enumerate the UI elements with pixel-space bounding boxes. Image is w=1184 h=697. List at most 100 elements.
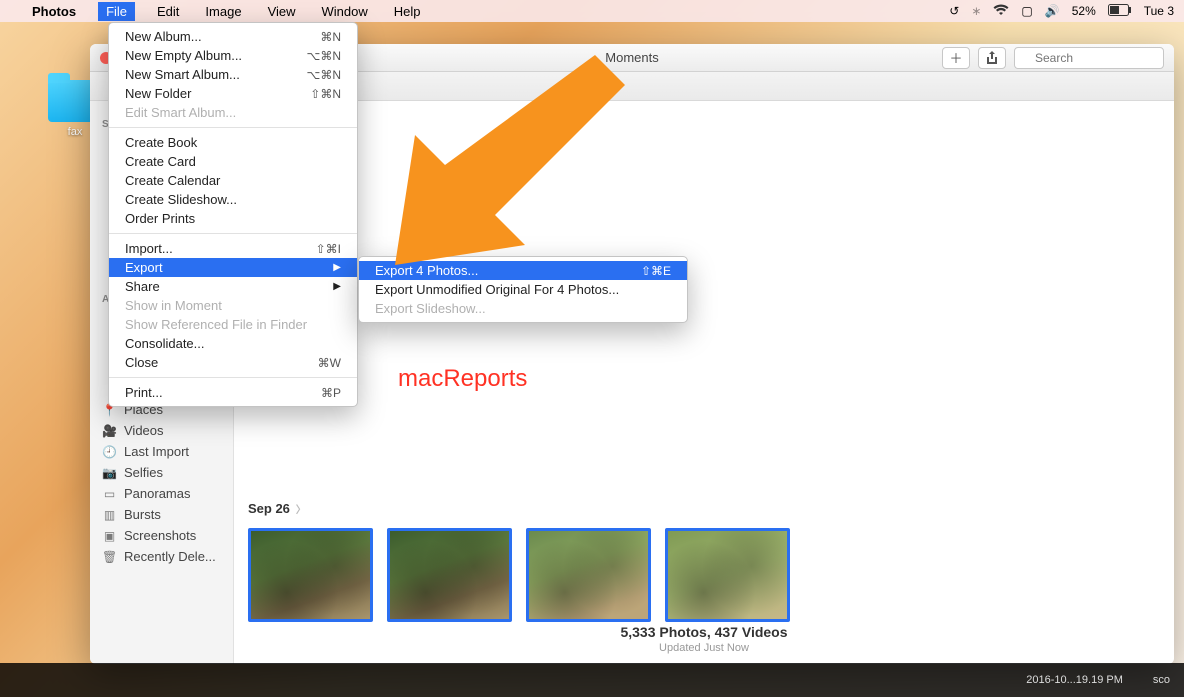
menu-item-show-in-moment: Show in Moment [109,296,357,315]
burst-icon: ▥ [102,508,117,522]
menu-item-close[interactable]: Close ⌘W [109,353,357,372]
menu-item-label: Order Prints [125,211,195,226]
watermark-text: macReports [398,365,527,393]
sidebar-item-label: Panoramas [124,486,190,501]
shortcut: ⇧⌘N [310,87,341,101]
shortcut: ⌘P [321,386,341,400]
menu-item-label: Show in Moment [125,298,222,313]
menu-window[interactable]: Window [318,2,372,21]
dock-file-label: sco [1153,674,1170,686]
window-title: Moments [605,50,658,65]
menu-view[interactable]: View [264,2,300,21]
menu-item-create-card[interactable]: Create Card [109,152,357,171]
file-menu: New Album... ⌘N New Empty Album... ⌥⌘N New… [108,22,358,407]
shortcut: ⌘N [320,30,341,44]
menu-item-label: New Album... [125,29,202,44]
menu-item-new-smart-album[interactable]: New Smart Album... ⌥⌘N [109,65,357,84]
sidebar-item-label: Last Import [124,444,189,459]
library-updated: Updated Just Now [234,642,1174,654]
library-count: 5,333 Photos, 437 Videos [234,624,1174,640]
clock[interactable]: Tue 3 [1144,4,1174,18]
menu-file[interactable]: File [98,2,135,21]
menu-item-label: Print... [125,385,163,400]
menu-item-create-slideshow[interactable]: Create Slideshow... [109,190,357,209]
menu-item-create-book[interactable]: Create Book [109,133,357,152]
shortcut: ⇧⌘I [316,242,341,256]
menu-item-export-photos[interactable]: Export 4 Photos...⇧⌘E [359,261,687,280]
menu-item-label: New Empty Album... [125,48,242,63]
menu-item-consolidate[interactable]: Consolidate... [109,334,357,353]
main-content: Sep 26 〉 5,333 Photos, 437 Videos Update… [234,101,1174,664]
menu-item-new-album[interactable]: New Album... ⌘N [109,27,357,46]
menu-item-label: Create Calendar [125,173,220,188]
sidebar-item-panoramas[interactable]: ▭Panoramas [90,483,233,504]
sidebar-item-label: Recently Dele... [124,549,216,564]
menu-item-edit-smart-album: Edit Smart Album... [109,103,357,122]
menu-item-label: Export [125,260,163,275]
volume-icon[interactable]: 🔊 [1045,4,1060,18]
airplay-icon[interactable]: ▢ [1021,4,1032,18]
menu-item-print[interactable]: Print... ⌘P [109,383,357,402]
sidebar-item-label: Screenshots [124,528,196,543]
sidebar-item-label: Selfies [124,465,163,480]
export-submenu: Export 4 Photos...⇧⌘E Export Unmodified … [358,256,688,323]
menu-item-label: New Smart Album... [125,67,240,82]
add-button[interactable]: ＋ [942,47,970,69]
menu-separator [109,127,357,128]
menu-item-new-empty-album[interactable]: New Empty Album... ⌥⌘N [109,46,357,65]
menu-item-export-unmodified[interactable]: Export Unmodified Original For 4 Photos.… [359,280,687,299]
shortcut: ⌘W [318,356,341,370]
menubar: Photos File Edit Image View Window Help … [0,0,1184,22]
menu-item-show-referenced: Show Referenced File in Finder [109,315,357,334]
wifi-icon[interactable] [993,4,1009,19]
photo-thumb[interactable] [248,528,373,622]
sidebar-item-last-import[interactable]: 🕘Last Import [90,441,233,462]
menu-item-label: Export Unmodified Original For 4 Photos.… [375,282,619,297]
shortcut: ⌥⌘N [307,49,342,63]
menu-item-label: Edit Smart Album... [125,105,236,120]
menu-item-label: Import... [125,241,173,256]
menu-item-order-prints[interactable]: Order Prints [109,209,357,228]
share-button[interactable] [978,47,1006,69]
battery-icon[interactable] [1108,4,1132,19]
menu-item-label: Create Card [125,154,196,169]
app-name[interactable]: Photos [28,2,80,21]
date-header[interactable]: Sep 26 〉 [234,481,1174,528]
sidebar-item-recently-deleted[interactable]: 🗑Recently Dele... [90,546,233,567]
menu-separator [109,233,357,234]
sidebar-item-bursts[interactable]: ▥Bursts [90,504,233,525]
menu-item-new-folder[interactable]: New Folder ⇧⌘N [109,84,357,103]
shortcut: ⌥⌘N [307,68,342,82]
shortcut: ⇧⌘E [641,264,671,278]
menu-item-import[interactable]: Import... ⇧⌘I [109,239,357,258]
video-icon: 🎥 [102,424,117,438]
bluetooth-icon[interactable]: ∗ [971,4,981,18]
battery-percent: 52% [1072,4,1096,18]
menu-item-share[interactable]: Share ▶ [109,277,357,296]
sidebar-item-selfies[interactable]: 📷Selfies [90,462,233,483]
submenu-arrow-icon: ▶ [333,262,341,273]
time-machine-icon[interactable]: ↺ [949,4,959,18]
photo-thumb[interactable] [665,528,790,622]
menu-item-create-calendar[interactable]: Create Calendar [109,171,357,190]
search-input[interactable] [1014,47,1164,69]
menu-edit[interactable]: Edit [153,2,183,21]
sidebar-item-screenshots[interactable]: ▣ Screenshots [90,525,233,546]
menu-help[interactable]: Help [390,2,425,21]
date-label: Sep 26 [248,501,290,516]
menu-item-label: Share [125,279,160,294]
library-footer: 5,333 Photos, 437 Videos Updated Just No… [234,624,1174,654]
sidebar-item-label: Videos [124,423,164,438]
photo-thumb[interactable] [526,528,651,622]
menu-item-label: Create Book [125,135,197,150]
submenu-arrow-icon: ▶ [333,281,341,292]
chevron-right-icon: 〉 [296,501,306,516]
menu-item-label: Close [125,355,158,370]
menu-item-export[interactable]: Export ▶ [109,258,357,277]
menu-image[interactable]: Image [201,2,245,21]
sidebar-item-videos[interactable]: 🎥 Videos [90,420,233,441]
screenshot-icon: ▣ [102,529,117,543]
menu-item-label: New Folder [125,86,191,101]
thumbnail-row [234,528,1174,622]
photo-thumb[interactable] [387,528,512,622]
